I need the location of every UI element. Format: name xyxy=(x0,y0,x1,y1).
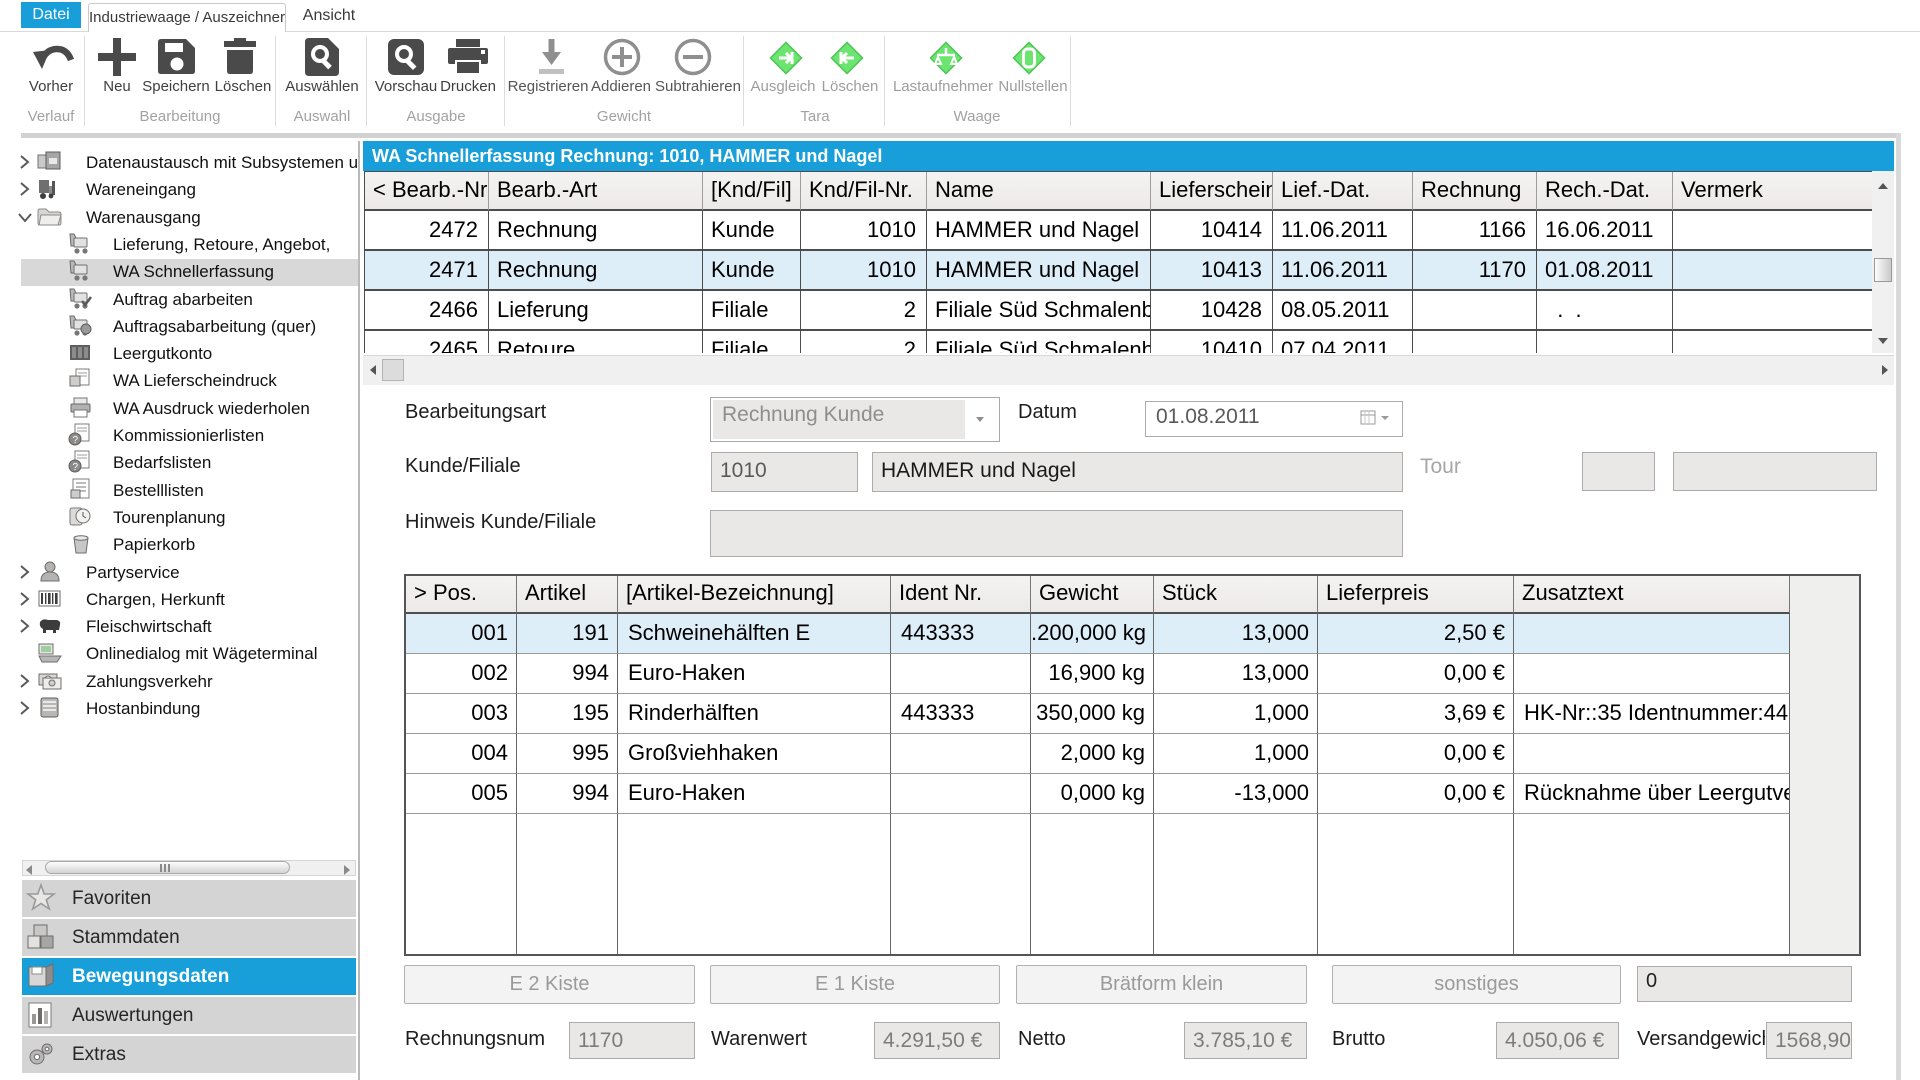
svg-text:?: ? xyxy=(73,462,79,473)
svg-text:?: ? xyxy=(73,435,79,446)
